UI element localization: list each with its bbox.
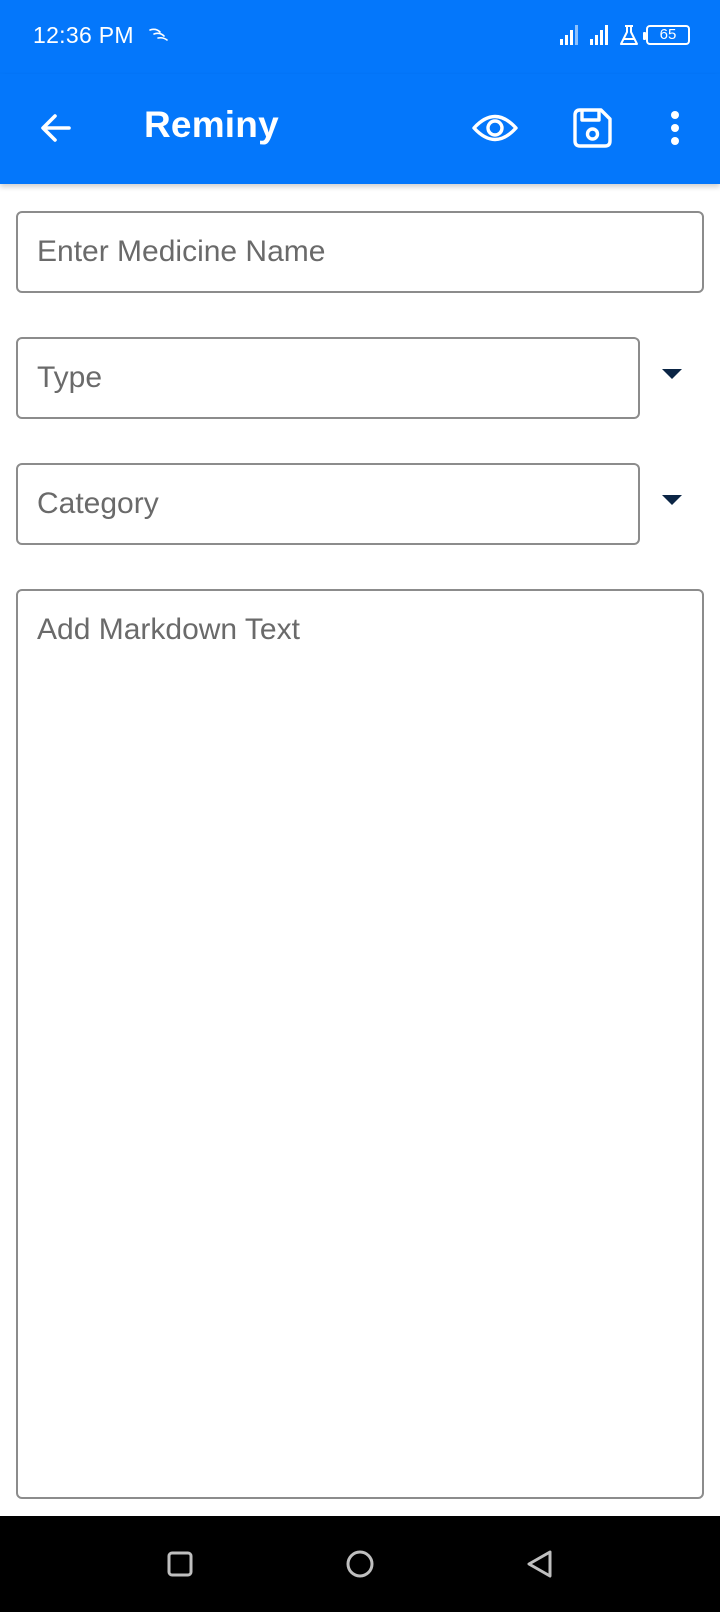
save-button[interactable] bbox=[562, 98, 622, 158]
type-dropdown-button[interactable] bbox=[652, 354, 692, 394]
recents-button[interactable] bbox=[150, 1534, 210, 1594]
status-time: 12:36 PM bbox=[33, 22, 134, 48]
status-bar: 12:36 PM 65 bbox=[0, 0, 720, 74]
category-dropdown-button[interactable] bbox=[652, 480, 692, 520]
status-icons: 65 bbox=[558, 22, 690, 48]
battery-level: 65 bbox=[659, 26, 677, 43]
medicine-name-field bbox=[16, 211, 704, 293]
caret-down-icon bbox=[662, 495, 682, 505]
app-title: Reminy bbox=[144, 104, 279, 145]
type-field bbox=[16, 337, 640, 419]
arrow-left-icon bbox=[41, 114, 71, 142]
circle-home-icon bbox=[346, 1550, 374, 1578]
square-recents-icon bbox=[167, 1551, 193, 1577]
flask-icon bbox=[620, 25, 638, 45]
more-options-button[interactable] bbox=[645, 98, 705, 158]
type-input[interactable] bbox=[18, 339, 638, 417]
triangle-back-icon bbox=[527, 1550, 552, 1578]
app-bar: Reminy bbox=[0, 74, 720, 184]
category-field bbox=[16, 463, 640, 545]
medicine-name-input[interactable] bbox=[18, 213, 702, 291]
hotspot-icon bbox=[149, 28, 168, 41]
caret-down-icon bbox=[662, 369, 682, 379]
eye-icon bbox=[472, 114, 518, 142]
signal-icon bbox=[560, 25, 578, 45]
system-nav-bar bbox=[0, 1516, 720, 1612]
system-back-button[interactable] bbox=[510, 1534, 570, 1594]
markdown-field bbox=[16, 589, 704, 1499]
floppy-disk-icon bbox=[573, 108, 612, 148]
markdown-textarea[interactable] bbox=[18, 591, 702, 1497]
category-input[interactable] bbox=[18, 465, 638, 543]
back-button[interactable] bbox=[26, 98, 86, 158]
screen: 12:36 PM 65 Reminy Enter Medicine Name T… bbox=[0, 0, 720, 1612]
preview-button[interactable] bbox=[465, 98, 525, 158]
signal-icon-2 bbox=[590, 25, 608, 45]
more-vert-icon bbox=[671, 111, 679, 145]
home-button[interactable] bbox=[330, 1534, 390, 1594]
battery-icon: 65 bbox=[643, 25, 690, 45]
